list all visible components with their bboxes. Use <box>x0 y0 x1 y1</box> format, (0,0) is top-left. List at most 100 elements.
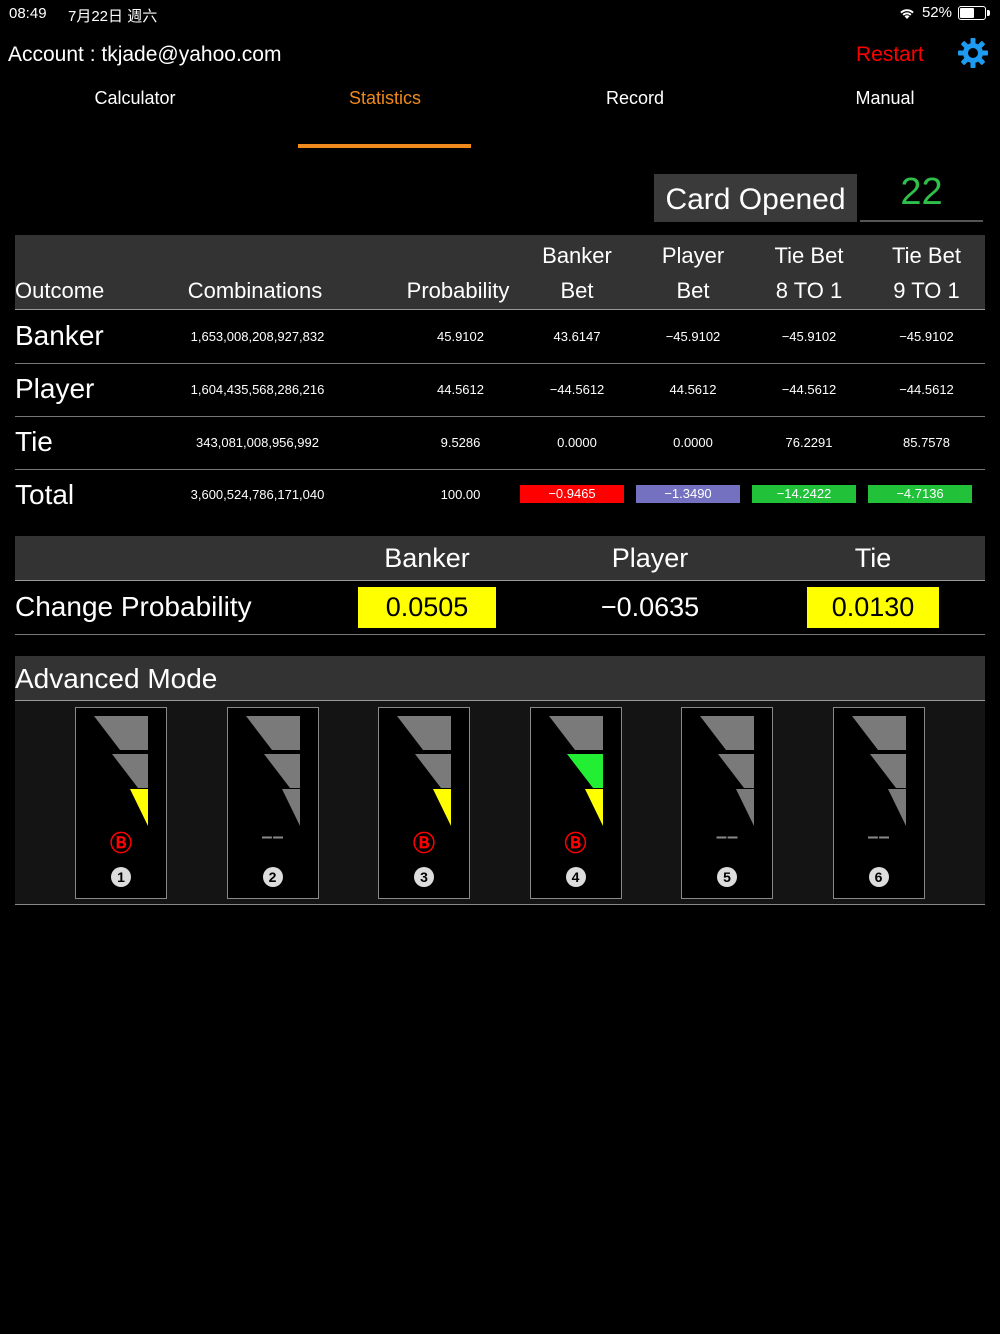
cp-header-player: Player <box>611 543 689 573</box>
tab-record[interactable]: Record <box>510 88 760 109</box>
row-tie-9: 85.7578 <box>903 435 950 450</box>
banker-mark-icon: Ⓑ <box>564 831 587 856</box>
meter-level-2 <box>718 754 754 788</box>
tab-calculator[interactable]: Calculator <box>10 88 260 109</box>
meter-level-2 <box>112 754 148 788</box>
meter-level-3 <box>887 789 906 826</box>
meter-level-1 <box>548 716 603 750</box>
status-right: 52% <box>898 4 990 21</box>
meter-number: 6 <box>868 867 889 887</box>
cp-header-tie: Tie <box>854 543 892 573</box>
meter-level-2 <box>263 754 300 788</box>
row-combinations: 3,600,524,786,171,040 <box>190 487 325 502</box>
meter-6: –– 6 <box>832 707 925 899</box>
meter-5: –– 5 <box>681 707 773 899</box>
meter-level-1 <box>700 716 754 750</box>
row-tie-8: −44.5612 <box>781 382 837 397</box>
status-time: 08:49 <box>9 5 47 22</box>
advanced-mode-meters: Ⓑ 1 –– 2 Ⓑ 3 Ⓑ 4 –– 5 –– 6 <box>15 701 985 905</box>
cp-banker-value: 0.0505 <box>358 587 496 628</box>
row-player-bet: −45.9102 <box>665 329 721 344</box>
account-label: Account : tkjade@yahoo.com <box>8 43 282 66</box>
row-probability: 44.5612 <box>437 382 484 397</box>
row-probability: 45.9102 <box>437 329 484 344</box>
table-row-total: Total 3,600,524,786,171,040 100.00 −0.94… <box>15 469 985 522</box>
table-row-player: Player 1,604,435,568,286,216 44.5612 −44… <box>15 363 985 417</box>
meter-number: 2 <box>262 867 283 887</box>
row-combinations: 1,653,008,208,927,832 <box>190 329 325 344</box>
header-player-bet-line1: Player <box>661 243 725 268</box>
change-probability-label: Change Probability <box>15 591 252 622</box>
row-probability: 100.00 <box>440 487 481 502</box>
row-outcome: Tie <box>15 426 53 457</box>
row-combinations: 343,081,008,956,992 <box>196 435 319 450</box>
tab-bar: Calculator Statistics Record Manual <box>0 86 1000 150</box>
card-opened-label: Card Opened <box>654 174 857 222</box>
header-tie-8-line1: Tie Bet <box>774 243 844 268</box>
meter-mark: –– <box>715 826 739 848</box>
row-tie-9: −44.5612 <box>899 382 954 397</box>
meter-number: 1 <box>111 867 131 887</box>
meter-level-3 <box>433 789 451 826</box>
total-player-bet-badge: −1.3490 <box>636 485 740 503</box>
header-banker-bet-line2: Bet <box>560 278 594 303</box>
advanced-mode-header: Advanced Mode <box>15 656 985 701</box>
header-outcome: Outcome <box>15 278 105 303</box>
meter-bars <box>851 716 906 826</box>
row-banker-bet: −44.5612 <box>549 382 605 397</box>
header-probability: Probability <box>406 278 510 303</box>
row-probability: 9.5286 <box>440 435 481 450</box>
active-tab-indicator <box>298 144 471 148</box>
row-tie-8: 76.2291 <box>785 435 833 450</box>
row-outcome: Total <box>15 479 75 510</box>
table-row-tie: Tie 343,081,008,956,992 9.5286 0.0000 0.… <box>15 416 985 470</box>
tab-statistics[interactable]: Statistics <box>260 88 510 109</box>
cp-header-banker: Banker <box>384 543 470 573</box>
header-tie-9-line2: 9 TO 1 <box>893 278 960 303</box>
meter-level-1 <box>851 716 906 750</box>
meter-mark: –– <box>867 826 890 848</box>
meter-number: 5 <box>717 867 737 887</box>
battery-icon <box>958 5 990 20</box>
row-outcome: Banker <box>15 320 104 351</box>
meter-level-2 <box>415 754 451 788</box>
row-player-bet: 44.5612 <box>669 382 717 397</box>
meter-level-3 <box>130 789 148 826</box>
meter-1: Ⓑ 1 <box>75 707 167 899</box>
meter-3: Ⓑ 3 <box>378 707 470 899</box>
total-tie-9-badge: −4.7136 <box>868 485 972 503</box>
meter-level-2 <box>869 754 906 788</box>
meter-4: Ⓑ 4 <box>529 707 622 899</box>
header-tie-8-line2: 8 TO 1 <box>775 278 843 303</box>
card-opened-value: 22 <box>860 168 983 222</box>
meter-mark: –– <box>261 826 284 848</box>
meter-level-2 <box>566 754 603 788</box>
meter-level-3 <box>281 789 300 826</box>
stats-table-header: Outcome Combinations Probability Banker … <box>15 235 985 310</box>
status-bar: 08:49 7月22日 週六 52% <box>0 0 1000 28</box>
restart-button[interactable]: Restart <box>856 43 924 67</box>
tab-manual[interactable]: Manual <box>760 88 1000 109</box>
meter-level-3 <box>584 789 603 826</box>
total-banker-bet-badge: −0.9465 <box>520 485 624 503</box>
total-tie-8-badge: −14.2422 <box>752 485 856 503</box>
row-tie-8: −45.9102 <box>781 329 837 344</box>
banker-mark-icon: Ⓑ <box>412 831 435 856</box>
banker-mark-icon: Ⓑ <box>109 831 132 856</box>
meter-number: 3 <box>414 867 434 887</box>
meter-level-1 <box>94 716 148 750</box>
row-tie-9: −45.9102 <box>899 329 954 344</box>
row-player-bet: 0.0000 <box>673 435 713 450</box>
row-banker-bet: 43.6147 <box>553 329 601 344</box>
meter-bars <box>397 716 451 826</box>
meter-level-1 <box>397 716 451 750</box>
meter-2: –– 2 <box>226 707 319 899</box>
meter-level-3 <box>736 789 754 826</box>
gear-icon[interactable] <box>957 37 989 69</box>
change-probability-row: Change Probability 0.0505 −0.0635 0.0130 <box>15 582 985 635</box>
change-probability-header: Banker Player Tie <box>15 536 985 581</box>
cp-tie-value: 0.0130 <box>807 587 939 628</box>
header-banker-bet-line1: Banker <box>542 243 612 268</box>
advanced-mode-label: Advanced Mode <box>15 663 218 694</box>
meter-level-1 <box>245 716 300 750</box>
